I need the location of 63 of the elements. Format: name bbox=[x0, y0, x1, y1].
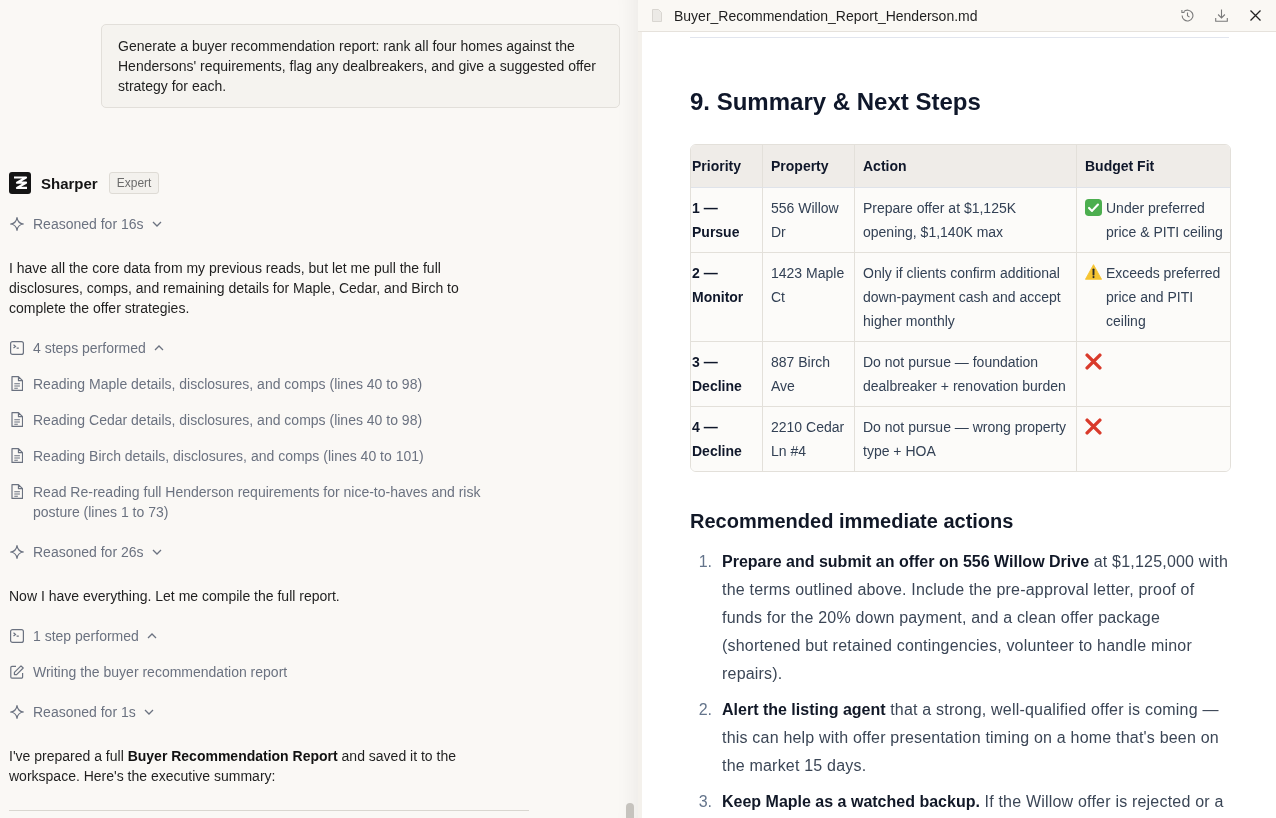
column-header: Property bbox=[763, 145, 855, 188]
steps-toggle[interactable]: 4 steps performed bbox=[9, 338, 164, 358]
action-text: Keep Maple as a watched backup. If the Willow offer is rejected or a bbox=[722, 792, 1225, 812]
reasoning-toggle[interactable]: Reasoned for 1s bbox=[9, 702, 154, 722]
column-header: Action bbox=[855, 145, 1077, 188]
assistant-message: I've prepared a full Buyer Recommendation Report and saved it to the workspace. Here's the executive summary: bbox=[9, 747, 457, 786]
cell-text: Exceeds preferred price and PITI ceiling bbox=[1106, 264, 1222, 331]
reasoning-toggle[interactable]: Reasoned for 16s bbox=[9, 214, 162, 234]
list-number: 3. bbox=[697, 792, 712, 812]
subsection-heading: Recommended immediate actions bbox=[690, 509, 1015, 534]
action-text: Alert the listing agent that a strong, well-qualified offer is coming — this can help with offer presentation timing on a home that's been on the market 15 days. bbox=[722, 700, 1220, 776]
reasoning-toggle[interactable]: Reasoned for 26s bbox=[9, 542, 162, 562]
sparkle-icon bbox=[10, 217, 24, 231]
step-text: Reading Maple details, disclosures, and comps (lines 40 to 98) bbox=[33, 375, 424, 394]
warning-icon bbox=[1085, 264, 1102, 280]
table-cell: Do not pursue — foundation dealbreaker + renovation burden bbox=[855, 341, 1077, 406]
action-text: Prepare and submit an offer on 556 Willow Drive at $1,125,000 with the terms outlined above. Include the pre-approval letter, proof of funds for the 20% down payment, and a clean offer package (shortened but retained contingencies, volunteer to handle minor repairs). bbox=[722, 552, 1229, 684]
document-icon bbox=[11, 412, 23, 427]
table-cell: Do not pursue — wrong property type + HOA bbox=[855, 406, 1077, 471]
check-icon bbox=[1085, 199, 1102, 216]
table-cell: 4 — Decline bbox=[691, 406, 763, 471]
table-cell: 1423 Maple Ct bbox=[763, 252, 855, 341]
close-icon bbox=[1249, 10, 1261, 21]
sparkle-icon bbox=[10, 705, 24, 719]
role-tag: Expert bbox=[108, 172, 160, 194]
table-cell: 2 — Monitor bbox=[691, 252, 763, 341]
cell-text: Under preferred price & PITI ceiling bbox=[1106, 199, 1224, 242]
table-cell: Only if clients confirm additional down-payment cash and accept higher monthly bbox=[855, 252, 1077, 341]
terminal-icon bbox=[10, 629, 24, 643]
cross-icon bbox=[1085, 353, 1102, 370]
document-icon bbox=[11, 376, 23, 391]
sparkle-icon bbox=[10, 545, 24, 559]
download-icon bbox=[1214, 9, 1228, 22]
user-message: Generate a buyer recommendation report: rank all four homes against the Hendersons' requirements, flag any dealbreakers, and give a suggested offer strategy for each. bbox=[101, 24, 620, 108]
table-cell: Prepare offer at $1,125K opening, $1,140K max bbox=[855, 188, 1077, 252]
edit-icon bbox=[10, 665, 24, 679]
table-cell: 556 Willow Dr bbox=[763, 188, 855, 252]
terminal-icon bbox=[10, 341, 24, 355]
step-text: Read Re-reading full Henderson requirements for nice-to-haves and risk posture (lines 1 to 73) bbox=[33, 483, 482, 522]
table-cell: 3 — Decline bbox=[691, 341, 763, 406]
list-number: 2. bbox=[697, 700, 712, 720]
list-number: 1. bbox=[697, 552, 712, 572]
steps-toggle[interactable]: 1 step performed bbox=[9, 626, 157, 646]
table-cell: 887 Birch Ave bbox=[763, 341, 855, 406]
history-icon bbox=[1180, 9, 1194, 22]
column-header: Priority bbox=[691, 145, 763, 188]
file-icon bbox=[652, 9, 662, 22]
table-cell: 2210 Cedar Ln #4 bbox=[763, 406, 855, 471]
step-text: Reading Cedar details, disclosures, and comps (lines 40 to 98) bbox=[33, 411, 424, 430]
cross-icon bbox=[1085, 418, 1102, 435]
document-icon bbox=[11, 448, 23, 463]
assistant-name: Sharper bbox=[41, 174, 98, 192]
assistant-message: Now I have everything. Let me compile the full report. bbox=[9, 587, 341, 606]
column-header: Budget Fit bbox=[1077, 145, 1230, 188]
document-icon bbox=[11, 484, 23, 499]
scrollbar-thumb[interactable] bbox=[626, 803, 634, 818]
step-text: Writing the buyer recommendation report bbox=[33, 663, 289, 682]
assistant-message: I have all the core data from my previous reads, but let me pull the full disclosures, comps, and remaining details for Maple, Cedar, and Birch to complete the offer strategies. bbox=[9, 259, 460, 318]
file-name: Buyer_Recommendation_Report_Henderson.md bbox=[674, 7, 979, 24]
step-text: Reading Birch details, disclosures, and comps (lines 40 to 101) bbox=[33, 447, 425, 466]
logo-icon bbox=[9, 172, 31, 194]
table-cell: 1 — Pursue bbox=[691, 188, 763, 252]
section-heading: 9. Summary & Next Steps bbox=[690, 87, 982, 117]
